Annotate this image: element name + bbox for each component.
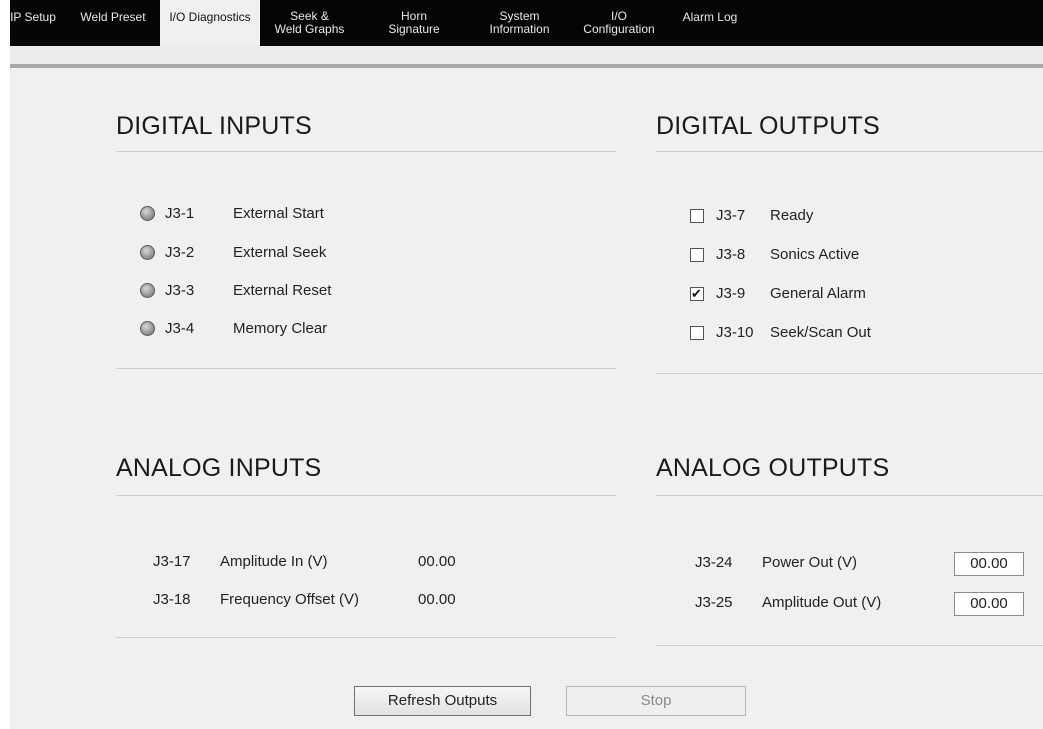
digital-output-row: J3-9 General Alarm <box>690 285 866 302</box>
input-label: External Start <box>233 205 324 222</box>
output-pin: J3-8 <box>716 246 746 263</box>
analog-inputs-top-rule <box>116 495 616 496</box>
digital-inputs-top-rule <box>116 151 616 152</box>
input-pin: J3-1 <box>165 205 195 222</box>
digital-input-row: J3-4 Memory Clear <box>140 320 327 337</box>
analog-output-label: Amplitude Out (V) <box>762 594 882 611</box>
output-label: Sonics Active <box>770 246 860 263</box>
analog-input-value: 00.00 <box>418 553 456 570</box>
refresh-outputs-button[interactable]: Refresh Outputs <box>354 686 531 716</box>
input-led-icon <box>140 283 155 298</box>
output-checkbox[interactable] <box>690 286 704 301</box>
analog-input-label: Amplitude In (V) <box>220 553 328 570</box>
analog-input-pin: J3-18 <box>153 591 191 608</box>
digital-input-row: J3-3 External Reset <box>140 282 331 299</box>
input-pin: J3-3 <box>165 282 195 299</box>
analog-input-value: 00.00 <box>418 591 456 608</box>
output-label: Seek/Scan Out <box>770 324 871 341</box>
analog-output-label: Power Out (V) <box>762 554 858 571</box>
analog-inputs-title: ANALOG INPUTS <box>116 454 322 482</box>
analog-input-pin: J3-17 <box>153 553 191 570</box>
digital-outputs-bottom-rule <box>656 373 1043 374</box>
digital-inputs-title: DIGITAL INPUTS <box>116 112 312 140</box>
input-led-icon <box>140 206 155 221</box>
io-diagnostics-page: DIGITAL INPUTS J3-1 External Start J3-2 … <box>10 68 1043 729</box>
input-led-icon <box>140 245 155 260</box>
stop-button[interactable]: Stop <box>566 686 746 716</box>
tab-alarm-log[interactable]: Alarm Log <box>668 0 752 46</box>
output-label: Ready <box>770 207 814 224</box>
input-led-icon <box>140 321 155 336</box>
tab-system-information[interactable]: System Information <box>469 0 570 46</box>
digital-input-row: J3-2 External Seek <box>140 244 326 261</box>
input-pin: J3-2 <box>165 244 195 261</box>
amplitude-out-field[interactable]: 00.00 <box>954 592 1024 616</box>
analog-outputs-top-rule <box>656 495 1043 496</box>
tab-horn-signature[interactable]: Horn Signature <box>359 0 469 46</box>
output-label: General Alarm <box>770 285 866 302</box>
digital-outputs-title: DIGITAL OUTPUTS <box>656 112 880 140</box>
analog-outputs-bottom-rule <box>656 645 1043 646</box>
tab-bar: IP Setup Weld Preset I/O Diagnostics See… <box>10 0 1043 46</box>
tab-bar-underline <box>10 46 1043 68</box>
analog-input-row: J3-17 Amplitude In (V) 00.00 <box>153 553 456 570</box>
digital-output-row: J3-10 Seek/Scan Out <box>690 324 871 341</box>
tab-io-diagnostics[interactable]: I/O Diagnostics <box>160 0 260 46</box>
input-label: Memory Clear <box>233 320 328 337</box>
output-pin: J3-10 <box>716 324 754 341</box>
digital-outputs-top-rule <box>656 151 1043 152</box>
digital-inputs-bottom-rule <box>116 368 616 369</box>
analog-output-row: J3-24 Power Out (V) <box>695 554 857 571</box>
analog-outputs-title: ANALOG OUTPUTS <box>656 454 890 482</box>
power-out-field[interactable]: 00.00 <box>954 552 1024 576</box>
digital-input-row: J3-1 External Start <box>140 205 324 222</box>
tab-io-configuration[interactable]: I/O Configuration <box>570 0 668 46</box>
digital-output-row: J3-7 Ready <box>690 207 813 224</box>
tab-weld-preset[interactable]: Weld Preset <box>56 0 160 46</box>
output-checkbox[interactable] <box>690 208 704 223</box>
input-label: External Seek <box>233 244 327 261</box>
analog-output-pin: J3-25 <box>695 594 733 611</box>
digital-output-row: J3-8 Sonics Active <box>690 246 859 263</box>
input-label: External Reset <box>233 282 332 299</box>
output-pin: J3-7 <box>716 207 746 224</box>
output-checkbox[interactable] <box>690 325 704 340</box>
output-checkbox[interactable] <box>690 247 704 262</box>
tab-ip-setup[interactable]: IP Setup <box>10 0 56 46</box>
tab-seek-weld-graphs[interactable]: Seek & Weld Graphs <box>260 0 359 46</box>
analog-inputs-bottom-rule <box>116 637 616 638</box>
analog-input-row: J3-18 Frequency Offset (V) 00.00 <box>153 591 456 608</box>
input-pin: J3-4 <box>165 320 195 337</box>
analog-output-row: J3-25 Amplitude Out (V) <box>695 594 881 611</box>
output-pin: J3-9 <box>716 285 746 302</box>
analog-output-pin: J3-24 <box>695 554 733 571</box>
analog-input-label: Frequency Offset (V) <box>220 591 359 608</box>
